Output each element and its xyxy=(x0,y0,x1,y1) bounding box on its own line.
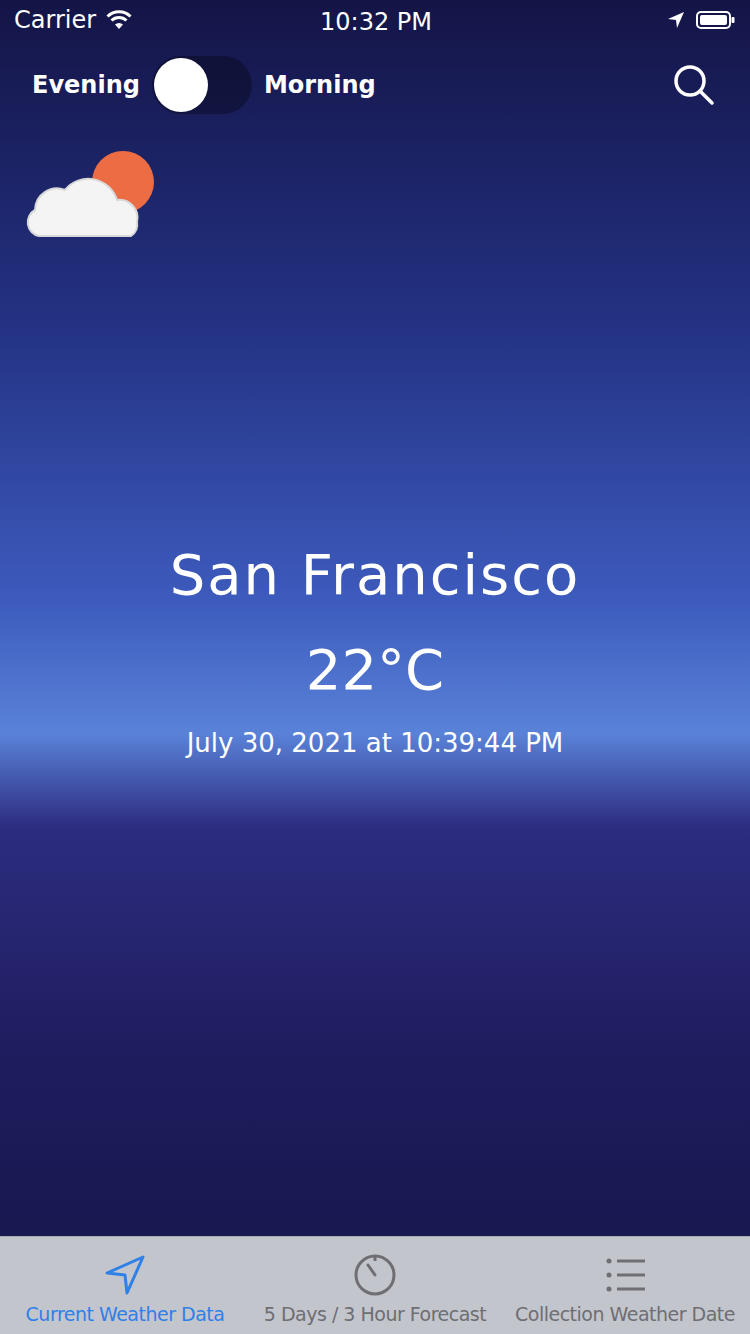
tab-item[interactable]: Collection Weather Date xyxy=(500,1237,750,1334)
city-name: San Francisco xyxy=(170,540,581,610)
tab-bar: Current Weather Data 5 Days / 3 Hour Fore… xyxy=(0,1236,750,1334)
status-right xyxy=(666,10,736,30)
tab-item[interactable]: Current Weather Data xyxy=(0,1237,250,1334)
tab-label[interactable]: 5 Days / 3 Hour Forecast xyxy=(264,1301,486,1327)
carrier-group: Carrier xyxy=(14,2,134,38)
toggle-row: Evening Morning xyxy=(0,40,750,130)
mode-toggle-group: Evening Morning xyxy=(32,56,376,114)
updated-time: July 30, 2021 at 10:39:44 PM xyxy=(187,726,564,760)
carrier-label: Carrier xyxy=(14,2,96,38)
wifi-icon xyxy=(104,9,134,31)
partly-cloudy-icon xyxy=(25,150,157,242)
location-icon xyxy=(666,10,686,30)
search-icon[interactable] xyxy=(672,63,716,107)
mode-toggle[interactable] xyxy=(152,56,252,114)
weather-main: San Francisco 22°C July 30, 2021 at 10:39:… xyxy=(0,130,750,1236)
battery-icon xyxy=(696,10,736,30)
location-icon xyxy=(101,1251,149,1299)
evening-label: Evening xyxy=(32,67,140,103)
list-icon xyxy=(601,1251,649,1299)
weather-info: San Francisco 22°C July 30, 2021 at 10:39:… xyxy=(0,540,750,760)
morning-label: Morning xyxy=(264,67,376,103)
tab-label[interactable]: Current Weather Data xyxy=(26,1301,225,1327)
toggle-knob xyxy=(154,58,208,112)
tab-label[interactable]: Collection Weather Date xyxy=(515,1301,735,1327)
status-bar: Carrier 10:32 PM xyxy=(0,0,750,40)
status-time: 10:32 PM xyxy=(320,4,432,40)
tab-item[interactable]: 5 Days / 3 Hour Forecast xyxy=(250,1237,500,1334)
timer-icon xyxy=(351,1251,399,1299)
temperature: 22°C xyxy=(306,635,444,705)
